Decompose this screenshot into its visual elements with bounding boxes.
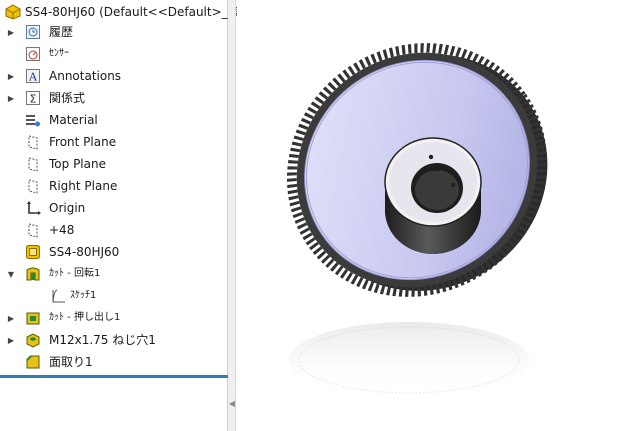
expand-arrow-icon [6, 351, 16, 373]
tree-item-history[interactable]: ▶ 履歴 [0, 21, 228, 43]
expand-arrow-icon [6, 109, 16, 131]
library-feature-icon [24, 243, 42, 261]
tree-item-label: ｾﾝｻｰ [49, 48, 69, 59]
tree-item-equations[interactable]: ▶ Σ 関係式 [0, 87, 228, 109]
tree-item-hole-wizard[interactable]: ▶ M12x1.75 ねじ穴1 [0, 329, 228, 351]
tree-item-label: M12x1.75 ねじ穴1 [49, 333, 156, 347]
tree-item-cut-revolve[interactable]: ▼ ｶｯﾄ - 回転1 [0, 263, 228, 285]
panel-splitter[interactable] [228, 0, 236, 431]
equations-icon: Σ [24, 89, 42, 107]
tree-item-label: 面取り1 [49, 355, 93, 369]
expand-arrow-icon[interactable]: ▶ [6, 21, 16, 43]
tree-item-label: Material [49, 113, 98, 127]
plane-icon [24, 221, 42, 239]
expand-arrow-icon [6, 219, 16, 241]
expand-arrow-icon [6, 131, 16, 153]
tree-item-origin[interactable]: Origin [0, 197, 228, 219]
tree-item-label: SS4-80HJ60 [49, 245, 120, 259]
expand-arrow-icon[interactable]: ▶ [6, 307, 16, 329]
tree-root-part[interactable]: SS4-80HJ60 (Default<<Default>_表示 [0, 1, 252, 23]
rollback-bar[interactable] [0, 375, 228, 378]
feature-manager-tree: SS4-80HJ60 (Default<<Default>_表示 ▶ 履歴 ｾﾝ… [0, 0, 252, 431]
expand-arrow-icon [6, 175, 16, 197]
cut-extrude-icon [24, 309, 42, 327]
plane-icon [24, 177, 42, 195]
tree-item-material[interactable]: Material [0, 109, 228, 131]
plane-icon [24, 155, 42, 173]
tree-item-cut-extrude[interactable]: ▶ ｶｯﾄ - 押し出し1 [0, 307, 228, 329]
history-icon [24, 23, 42, 41]
expand-arrow-icon[interactable]: ▶ [6, 65, 16, 87]
plane-icon [24, 133, 42, 151]
tree-item-label: Origin [49, 201, 86, 215]
tree-item-label: ｶｯﾄ - 回転1 [49, 268, 101, 279]
tree-item-label: Right Plane [49, 179, 118, 193]
collapse-arrow-icon[interactable]: ▼ [6, 263, 16, 285]
tree-item-sketch[interactable]: ｽｹｯﾁ1 [0, 285, 228, 307]
tree-item-label: Annotations [49, 69, 122, 83]
tree-item-right-plane[interactable]: Right Plane [0, 175, 228, 197]
tree-root-label: SS4-80HJ60 (Default<<Default>_表示 [25, 5, 252, 19]
sensors-icon [24, 45, 42, 63]
expand-arrow-icon [6, 241, 16, 263]
annotations-icon: A [24, 67, 42, 85]
sketch-icon [50, 287, 68, 305]
tree-item-label: ｽｹｯﾁ1 [70, 290, 97, 301]
expand-arrow-icon[interactable]: ▶ [6, 329, 16, 351]
svg-text:Σ: Σ [30, 93, 37, 106]
tree-item-label: Front Plane [49, 135, 117, 149]
tree-item-label: +48 [49, 223, 75, 237]
tree-item-top-plane[interactable]: Top Plane [0, 153, 228, 175]
tree-item-plus48[interactable]: +48 [0, 219, 228, 241]
part-icon [4, 3, 22, 21]
tree-item-library-feature[interactable]: SS4-80HJ60 [0, 241, 228, 263]
tree-item-chamfer[interactable]: 面取り1 [0, 351, 228, 373]
expand-arrow-icon[interactable]: ▶ [6, 87, 16, 109]
tree-item-sensors[interactable]: ｾﾝｻｰ [0, 43, 228, 65]
tree-item-label: Top Plane [49, 157, 106, 171]
expand-arrow-icon [6, 153, 16, 175]
tree-item-label: 履歴 [49, 25, 74, 39]
gear-model [286, 43, 548, 398]
tree-item-label: ｶｯﾄ - 押し出し1 [49, 312, 121, 323]
splitter-grip-icon[interactable]: ◀ [229, 394, 235, 412]
gear-reflection [289, 322, 529, 398]
tree-item-annotations[interactable]: ▶ A Annotations [0, 65, 228, 87]
origin-icon [24, 199, 42, 217]
svg-text:A: A [28, 71, 38, 84]
hole-wizard-icon [24, 331, 42, 349]
tree-item-label: 関係式 [49, 91, 86, 105]
gear-hub [384, 137, 482, 254]
graphics-area[interactable] [237, 0, 636, 431]
expand-arrow-icon [6, 197, 16, 219]
material-icon [24, 111, 42, 129]
cut-revolve-icon [24, 265, 42, 283]
tree-item-front-plane[interactable]: Front Plane [0, 131, 228, 153]
chamfer-icon [24, 353, 42, 371]
expand-arrow-icon [6, 43, 16, 65]
